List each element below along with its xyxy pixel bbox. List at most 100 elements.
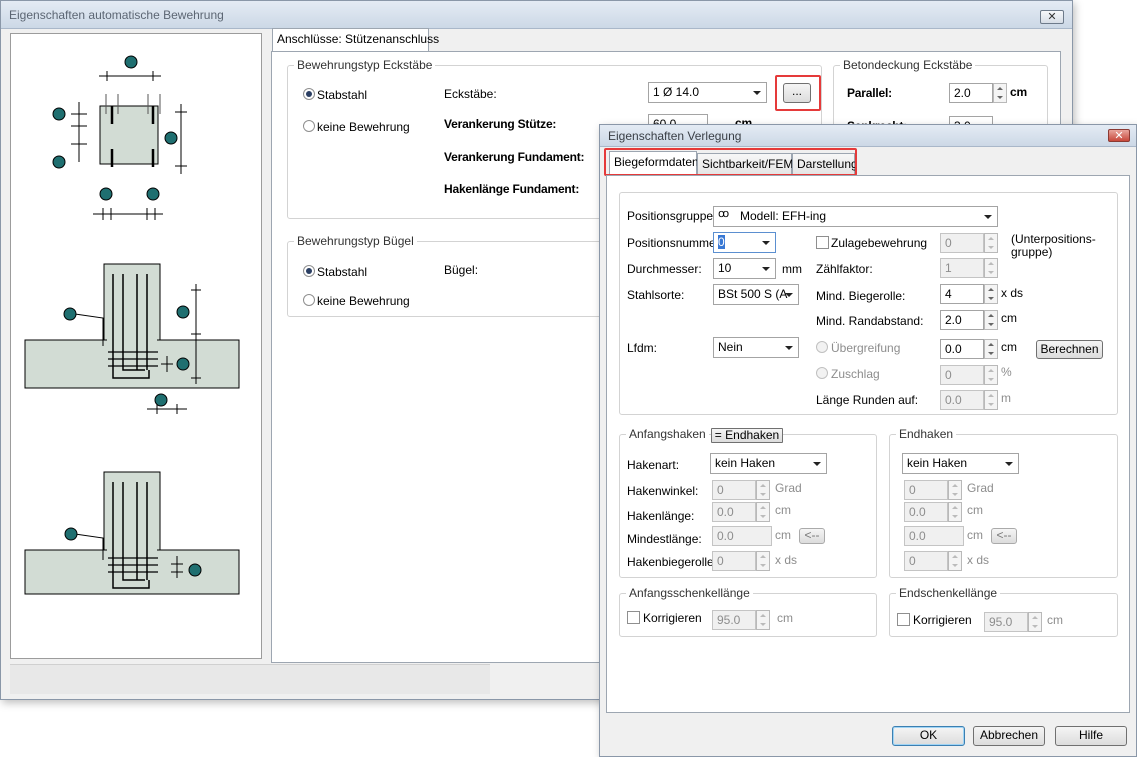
hakenbiegerolle-end-input[interactable]: 0 bbox=[904, 551, 948, 571]
randabstand-label: Mind. Randabstand: bbox=[816, 314, 924, 328]
group-buegel-label: Bewehrungstyp Bügel bbox=[294, 234, 417, 248]
dialog-title-bar[interactable]: Eigenschaften Verlegung ✕ bbox=[600, 125, 1136, 147]
uebergreifung-unit: cm bbox=[1001, 340, 1017, 354]
zaehlfaktor-input[interactable]: 1 bbox=[940, 258, 984, 278]
hakenlaenge-end-unit: cm bbox=[967, 503, 983, 517]
group-anfangsschenkel-label: Anfangsschenkellänge bbox=[626, 586, 753, 600]
dialog-title: Eigenschaften Verlegung bbox=[608, 129, 742, 143]
zuschlag-unit: % bbox=[1001, 365, 1012, 379]
randabstand-spinner[interactable] bbox=[984, 310, 998, 330]
main-bottom-strip bbox=[10, 664, 490, 694]
hakenart-select[interactable]: kein Haken bbox=[710, 453, 827, 474]
durchmesser-select[interactable]: 10 bbox=[713, 258, 776, 279]
positionsgruppe-label: Positionsgruppe: bbox=[627, 209, 717, 223]
gleich-endhaken-button[interactable]: = Endhaken bbox=[711, 428, 783, 443]
radio-buegel-keine[interactable] bbox=[303, 294, 315, 306]
hakenlaenge-end-input[interactable]: 0.0 bbox=[904, 502, 948, 522]
radio-buegel-stabstahl[interactable] bbox=[303, 265, 315, 277]
biegerolle-unit: x ds bbox=[1001, 286, 1024, 300]
group-betondeckung-label: Betondeckung Eckstäbe bbox=[840, 58, 976, 72]
lfdm-label: Lfdm: bbox=[627, 341, 658, 355]
radio-stabstahl[interactable] bbox=[303, 88, 315, 100]
verankerung-stuetze-label: Verankerung Stütze: bbox=[444, 117, 557, 131]
dialog-close-button[interactable]: ✕ bbox=[1108, 129, 1130, 142]
group-icon: ꝏ bbox=[718, 208, 730, 220]
mindestlaenge-arrow-button[interactable]: <-- bbox=[799, 528, 825, 544]
biegerolle-input[interactable]: 4 bbox=[940, 284, 984, 304]
radio-keine-bewehrung[interactable] bbox=[303, 120, 315, 132]
endschenkel-spinner[interactable] bbox=[1028, 612, 1042, 632]
group-eckstaebe-label: Bewehrungstyp Eckstäbe bbox=[294, 58, 436, 72]
uebergreifung-spinner[interactable] bbox=[984, 339, 998, 359]
hakenwinkel-end-spinner[interactable] bbox=[948, 480, 962, 500]
unterpositionsgruppe-label: (Unterpositions- gruppe) bbox=[1011, 232, 1096, 259]
positionsgruppe-value: Modell: EFH-ing bbox=[740, 209, 827, 223]
mindestlaenge-end-input[interactable]: 0.0 bbox=[904, 526, 964, 546]
parallel-input[interactable]: 2.0 bbox=[949, 83, 993, 103]
positionsnummer-value: 0 bbox=[718, 235, 725, 249]
positionsnummer-select[interactable]: 0 bbox=[713, 232, 776, 253]
tab-stuetzenanschluss[interactable]: Anschlüsse: Stützenanschluss bbox=[272, 28, 439, 52]
zulage-spinner[interactable] bbox=[984, 233, 998, 253]
hakenbiegerolle-spinner[interactable] bbox=[756, 551, 770, 571]
korrigieren-end-label: Korrigieren bbox=[913, 613, 972, 627]
zulagebewehrung-checkbox[interactable] bbox=[816, 236, 829, 249]
anfangsschenkel-input[interactable]: 95.0 bbox=[712, 610, 756, 630]
uebergreifung-input[interactable]: 0.0 bbox=[940, 339, 984, 359]
zaehlfaktor-label: Zählfaktor: bbox=[816, 262, 873, 276]
laenge-runden-unit: m bbox=[1001, 391, 1011, 405]
verankerung-fundament-label: Verankerung Fundament: bbox=[444, 150, 585, 164]
eckstaebe-select[interactable]: 1 Ø 14.0 bbox=[648, 82, 767, 103]
lfdm-select[interactable]: Nein bbox=[713, 337, 799, 358]
berechnen-button[interactable]: Berechnen bbox=[1036, 340, 1103, 359]
hilfe-button[interactable]: Hilfe bbox=[1055, 726, 1127, 746]
parallel-spinner[interactable] bbox=[993, 83, 1007, 103]
hakenwinkel-spinner[interactable] bbox=[756, 480, 770, 500]
hakenlaenge-fundament-label: Hakenlänge Fundament: bbox=[444, 182, 580, 196]
parallel-unit: cm bbox=[1010, 85, 1027, 99]
uebergreifung-label: Übergreifung bbox=[831, 341, 901, 355]
uebergreifung-radio[interactable] bbox=[816, 341, 828, 353]
zuschlag-input[interactable]: 0 bbox=[940, 365, 984, 385]
laenge-runden-spinner[interactable] bbox=[984, 390, 998, 410]
laenge-runden-input[interactable]: 0.0 bbox=[940, 390, 984, 410]
zaehlfaktor-spinner[interactable] bbox=[984, 258, 998, 278]
positionsgruppe-select[interactable]: ꝏ Modell: EFH-ing bbox=[713, 206, 998, 227]
radio-buegel-keine-label: keine Bewehrung bbox=[317, 294, 410, 308]
randabstand-input[interactable]: 2.0 bbox=[940, 310, 984, 330]
biegerolle-spinner[interactable] bbox=[984, 284, 998, 304]
hakenwinkel-input[interactable]: 0 bbox=[712, 480, 756, 500]
hakenwinkel-label: Hakenwinkel: bbox=[627, 484, 699, 498]
mindestlaenge-input[interactable]: 0.0 bbox=[712, 526, 772, 546]
zulage-input[interactable]: 0 bbox=[940, 233, 984, 253]
endschenkel-unit: cm bbox=[1047, 613, 1063, 627]
tab-stuetzenanschluss-label: Anschlüsse: Stützenanschluss bbox=[277, 32, 440, 46]
group-endhaken-label: Endhaken bbox=[896, 427, 957, 441]
korrigieren-end-checkbox[interactable] bbox=[897, 613, 910, 626]
hakenbiegerolle-end-spinner[interactable] bbox=[948, 551, 962, 571]
ok-button[interactable]: OK bbox=[892, 726, 965, 746]
hakenlaenge-input[interactable]: 0.0 bbox=[712, 502, 756, 522]
stahlsorte-select[interactable]: BSt 500 S (A bbox=[713, 284, 799, 305]
endschenkel-input[interactable]: 95.0 bbox=[984, 612, 1028, 632]
hakenbiegerolle-input[interactable]: 0 bbox=[712, 551, 756, 571]
radio-stabstahl-label: Stabstahl bbox=[317, 88, 368, 102]
hakenlaenge-label: Hakenlänge: bbox=[627, 509, 695, 523]
mindestlaenge-end-arrow-button[interactable]: <-- bbox=[991, 528, 1017, 544]
highlight-dots-button bbox=[775, 75, 821, 111]
main-close-button[interactable]: ✕ bbox=[1040, 10, 1064, 24]
main-title-bar[interactable]: Eigenschaften automatische Bewehrung ✕ bbox=[1, 1, 1072, 29]
abbrechen-button[interactable]: Abbrechen bbox=[973, 726, 1045, 746]
hakenlaenge-end-spinner[interactable] bbox=[948, 502, 962, 522]
zuschlag-spinner[interactable] bbox=[984, 365, 998, 385]
hakenwinkel-end-input[interactable]: 0 bbox=[904, 480, 948, 500]
hakenart-end-select[interactable]: kein Haken bbox=[902, 453, 1019, 474]
anfangsschenkel-spinner[interactable] bbox=[756, 610, 770, 630]
eckstaebe-label: Eckstäbe: bbox=[444, 87, 497, 101]
hakenart-label: Hakenart: bbox=[627, 458, 680, 472]
hakenlaenge-spinner[interactable] bbox=[756, 502, 770, 522]
zuschlag-radio[interactable] bbox=[816, 367, 828, 379]
mindestlaenge-label: Mindestlänge: bbox=[627, 532, 702, 546]
column-connection-drawings bbox=[24, 55, 240, 595]
korrigieren-anfang-checkbox[interactable] bbox=[627, 611, 640, 624]
